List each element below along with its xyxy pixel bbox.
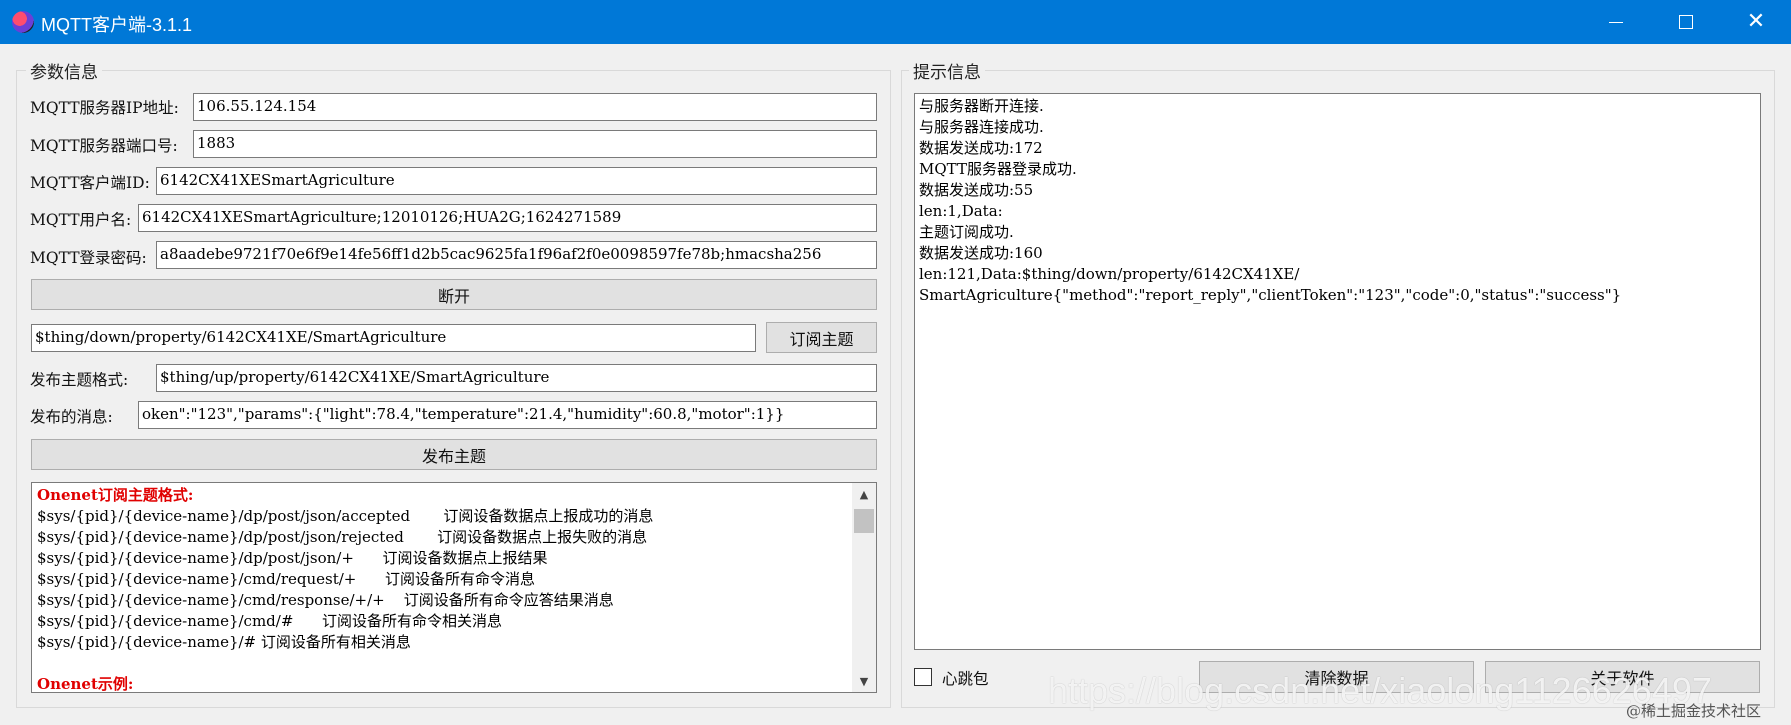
close-icon: ✕ (1746, 9, 1766, 34)
reference-line: $sys/{pid}/{device-name}/cmd/# 订阅设备所有命令相… (37, 612, 503, 630)
reference-line: $sys/{pid}/{device-name}/dp/post/json/ac… (37, 507, 654, 525)
publish-topic-label: 发布主题格式: (30, 371, 129, 389)
publish-topic-input[interactable]: $thing/up/property/6142CX41XE/SmartAgric… (156, 364, 877, 392)
reference-line: $sys/{pid}/{device-name}/cmd/request/+ 订… (37, 570, 535, 588)
log-line: SmartAgriculture{"method":"report_reply"… (919, 286, 1622, 304)
reference-line: $sys/{pid}/{device-name}/dp/post/json/+ … (37, 549, 548, 567)
client-id-input[interactable]: 6142CX41XESmartAgriculture (156, 167, 877, 195)
password-label: MQTT登录密码: (30, 249, 147, 267)
ip-label: MQTT服务器IP地址: (30, 99, 179, 117)
publish-button[interactable]: 发布主题 (31, 439, 877, 470)
port-label: MQTT服务器端口号: (30, 137, 178, 155)
log-line: 数据发送成功:172 (919, 139, 1043, 157)
heartbeat-checkbox[interactable] (914, 668, 932, 686)
app-logo-icon (12, 11, 34, 33)
log-line: 数据发送成功:55 (919, 181, 1034, 199)
log-line: len:1,Data: (919, 202, 1003, 220)
url-watermark: https://blog.csdn.net/xiaolong1126626497 (1048, 670, 1712, 711)
log-line: 数据发送成功:160 (919, 244, 1043, 262)
client-id-label: MQTT客户端ID: (30, 174, 150, 192)
minimize-icon (1609, 21, 1623, 23)
maximize-icon (1679, 15, 1693, 29)
log-line: 主题订阅成功. (919, 223, 1014, 241)
title-bar: MQTT客户端-3.1.1 ✕ (0, 0, 1791, 44)
username-label: MQTT用户名: (30, 211, 132, 229)
log-line: MQTT服务器登录成功. (919, 160, 1077, 178)
scroll-up-icon[interactable]: ▲ (852, 483, 876, 505)
publish-message-label: 发布的消息: (30, 408, 113, 426)
reference-textarea[interactable]: Onenet订阅主题格式: $sys/{pid}/{device-name}/d… (31, 482, 877, 693)
log-line: len:121,Data:$thing/down/property/6142CX… (919, 265, 1300, 283)
log-line: 与服务器连接成功. (919, 118, 1044, 136)
scroll-down-icon[interactable]: ▼ (852, 670, 876, 692)
heartbeat-label: 心跳包 (942, 670, 989, 688)
example-heading: Onenet示例: (37, 675, 134, 693)
reference-line: $sys/{pid}/{device-name}/cmd/response/+/… (37, 591, 614, 609)
ip-input[interactable]: 106.55.124.154 (193, 93, 877, 121)
params-group-label: 参数信息 (26, 58, 102, 83)
reference-heading: Onenet订阅主题格式: (37, 486, 194, 504)
site-watermark: @稀土掘金技术社区 (1626, 702, 1762, 720)
scroll-thumb[interactable] (854, 509, 874, 533)
disconnect-button[interactable]: 断开 (31, 279, 877, 310)
subscribe-topic-input[interactable]: $thing/down/property/6142CX41XE/SmartAgr… (31, 324, 756, 352)
subscribe-button[interactable]: 订阅主题 (766, 322, 877, 353)
username-input[interactable]: 6142CX41XESmartAgriculture;12010126;HUA2… (138, 204, 877, 232)
window-title: MQTT客户端-3.1.1 (41, 15, 193, 35)
publish-message-input[interactable]: oken":"123","params":{"light":78.4,"temp… (138, 401, 877, 429)
reference-line: $sys/{pid}/{device-name}/# 订阅设备所有相关消息 (37, 633, 411, 651)
maximize-button[interactable] (1651, 0, 1721, 44)
log-textarea[interactable]: 与服务器断开连接. 与服务器连接成功. 数据发送成功:172 MQTT服务器登录… (914, 93, 1761, 650)
password-input[interactable]: a8aadebe9721f70e6f9e14fe56ff1d2b5cac9625… (156, 241, 877, 269)
reference-line: $sys/{pid}/{device-name}/dp/post/json/re… (37, 528, 648, 546)
log-group-label: 提示信息 (909, 58, 985, 83)
log-line: 与服务器断开连接. (919, 97, 1044, 115)
minimize-button[interactable] (1581, 0, 1651, 44)
close-button[interactable]: ✕ (1721, 0, 1791, 44)
reference-scrollbar[interactable]: ▲ ▼ (852, 483, 876, 692)
port-input[interactable]: 1883 (193, 130, 877, 158)
